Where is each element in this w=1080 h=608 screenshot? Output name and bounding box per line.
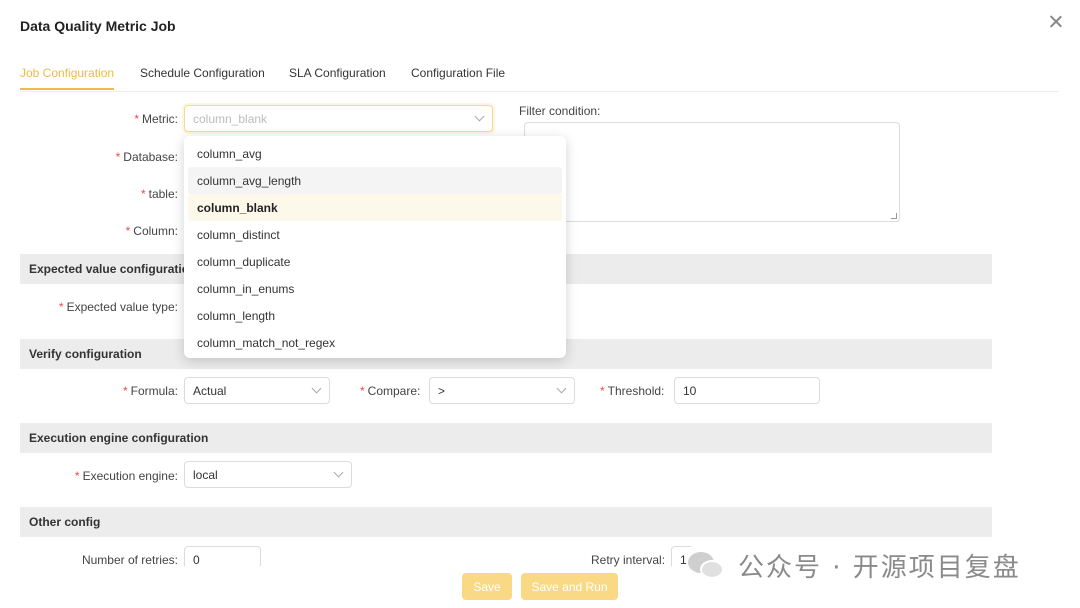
metric-option[interactable]: column_in_enums bbox=[188, 275, 562, 302]
metric-label: * Metric: bbox=[134, 112, 178, 126]
compare-select[interactable]: > bbox=[429, 377, 575, 404]
metric-dropdown-menu: column_avg column_avg_length column_blan… bbox=[184, 136, 566, 358]
metric-option[interactable]: column_avg bbox=[188, 140, 562, 167]
tab-bar: Job Configuration Schedule Configuration… bbox=[20, 62, 1058, 92]
section-execution-engine: Execution engine configuration bbox=[20, 423, 992, 453]
filter-condition-textarea[interactable] bbox=[524, 122, 900, 222]
section-other-config: Other config bbox=[20, 507, 992, 537]
metric-select-value: column_blank bbox=[193, 112, 268, 126]
chevron-down-icon bbox=[311, 383, 322, 394]
compare-select-value: > bbox=[438, 384, 446, 398]
formula-label: * Formula: bbox=[122, 384, 178, 398]
execution-engine-select-value: local bbox=[193, 468, 218, 482]
metric-option[interactable]: column_blank bbox=[188, 194, 562, 221]
threshold-label: * Threshold: bbox=[600, 384, 665, 398]
chevron-down-icon bbox=[556, 383, 567, 394]
execution-engine-label: * Execution engine: bbox=[74, 469, 178, 483]
retries-input[interactable]: 0 bbox=[184, 546, 261, 566]
resize-handle-icon[interactable] bbox=[891, 213, 897, 219]
compare-label: * Compare: bbox=[360, 384, 421, 398]
threshold-input[interactable]: 10 bbox=[674, 377, 820, 404]
metric-option[interactable]: column_distinct bbox=[188, 221, 562, 248]
wechat-icon bbox=[686, 550, 730, 580]
tab-configuration-file[interactable]: Configuration File bbox=[411, 66, 505, 80]
filter-condition-label: Filter condition: bbox=[519, 104, 601, 118]
formula-select-value: Actual bbox=[193, 384, 227, 398]
tab-schedule-configuration[interactable]: Schedule Configuration bbox=[140, 66, 265, 80]
metric-option[interactable]: column_match_not_regex bbox=[188, 329, 562, 356]
table-label: * table: bbox=[140, 187, 178, 201]
data-quality-modal: Data Quality Metric Job Job Configuratio… bbox=[0, 0, 1080, 608]
expected-value-type-label: * Expected value type: bbox=[58, 300, 178, 314]
execution-engine-select[interactable]: local bbox=[184, 461, 352, 488]
watermark: 公众号 · 开源项目复盘 bbox=[686, 546, 1021, 584]
tab-job-configuration[interactable]: Job Configuration bbox=[20, 66, 114, 80]
metric-option[interactable]: column_avg_length bbox=[188, 167, 562, 194]
save-and-run-button[interactable]: Save and Run bbox=[521, 573, 618, 600]
formula-select[interactable]: Actual bbox=[184, 377, 330, 404]
chevron-down-icon bbox=[474, 111, 485, 122]
column-label: * Column: bbox=[125, 224, 178, 238]
metric-select[interactable]: column_blank bbox=[184, 105, 493, 132]
metric-option[interactable]: column_duplicate bbox=[188, 248, 562, 275]
modal-title: Data Quality Metric Job bbox=[20, 18, 176, 34]
retry-interval-label: Retry interval: bbox=[591, 553, 666, 567]
retries-label: Number of retries: bbox=[81, 553, 178, 567]
active-tab-indicator bbox=[20, 88, 114, 90]
close-icon[interactable] bbox=[1048, 14, 1064, 30]
watermark-text: 公众号 · 开源项目复盘 bbox=[738, 552, 1021, 583]
save-button[interactable]: Save bbox=[462, 573, 512, 600]
chevron-down-icon bbox=[333, 467, 344, 478]
database-label: * Database: bbox=[115, 150, 178, 164]
tab-sla-configuration[interactable]: SLA Configuration bbox=[289, 66, 386, 80]
metric-option[interactable]: column_length bbox=[188, 302, 562, 329]
